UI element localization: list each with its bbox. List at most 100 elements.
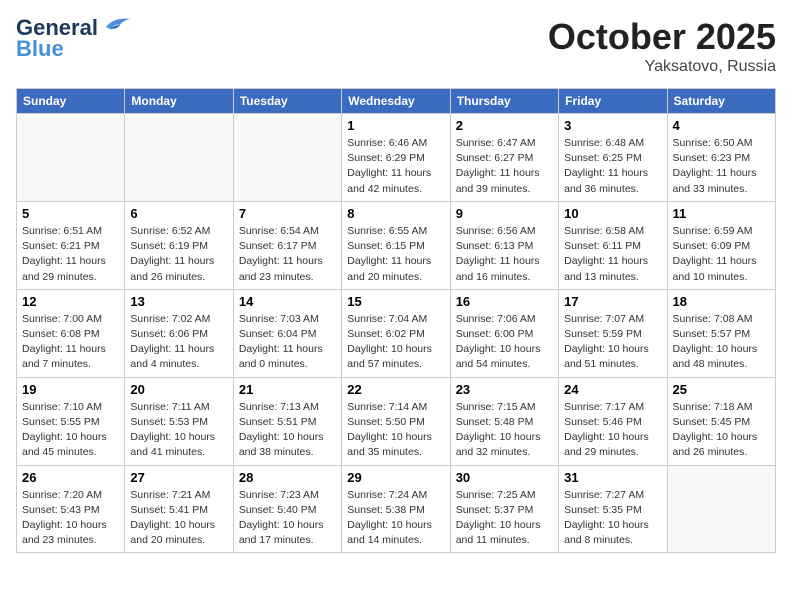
- calendar-cell: [667, 465, 775, 553]
- weekday-header: Friday: [559, 89, 667, 114]
- day-info: Sunrise: 7:08 AM Sunset: 5:57 PM Dayligh…: [673, 312, 770, 373]
- day-info: Sunrise: 7:11 AM Sunset: 5:53 PM Dayligh…: [130, 400, 227, 461]
- day-info: Sunrise: 7:24 AM Sunset: 5:38 PM Dayligh…: [347, 488, 444, 549]
- day-number: 2: [456, 118, 553, 133]
- calendar-cell: 24 Sunrise: 7:17 AM Sunset: 5:46 PM Dayli…: [559, 377, 667, 465]
- day-info: Sunrise: 6:48 AM Sunset: 6:25 PM Dayligh…: [564, 136, 661, 197]
- day-number: 17: [564, 294, 661, 309]
- calendar-cell: 13Sunrise: 7:02 AM Sunset: 6:06 PM Dayli…: [125, 289, 233, 377]
- day-info: Sunrise: 7:17 AM Sunset: 5:46 PM Dayligh…: [564, 400, 661, 461]
- day-info: Sunrise: 6:52 AM Sunset: 6:19 PM Dayligh…: [130, 224, 227, 285]
- calendar-cell: 20 Sunrise: 7:11 AM Sunset: 5:53 PM Dayli…: [125, 377, 233, 465]
- calendar-cell: 3 Sunrise: 6:48 AM Sunset: 6:25 PM Daylig…: [559, 114, 667, 202]
- day-number: 14: [239, 294, 336, 309]
- day-number: 25: [673, 382, 770, 397]
- calendar-header-row: SundayMondayTuesdayWednesdayThursdayFrid…: [17, 89, 776, 114]
- day-number: 29: [347, 470, 444, 485]
- weekday-header: Wednesday: [342, 89, 450, 114]
- month-title: October 2025: [548, 16, 776, 58]
- day-number: 27: [130, 470, 227, 485]
- day-info: Sunrise: 7:21 AM Sunset: 5:41 PM Dayligh…: [130, 488, 227, 549]
- day-info: Sunrise: 6:56 AM Sunset: 6:13 PM Dayligh…: [456, 224, 553, 285]
- calendar-cell: 2 Sunrise: 6:47 AM Sunset: 6:27 PM Daylig…: [450, 114, 558, 202]
- day-info: Sunrise: 7:27 AM Sunset: 5:35 PM Dayligh…: [564, 488, 661, 549]
- day-number: 16: [456, 294, 553, 309]
- calendar-cell: 31Sunrise: 7:27 AM Sunset: 5:35 PM Dayli…: [559, 465, 667, 553]
- day-number: 5: [22, 206, 119, 221]
- calendar-cell: 5 Sunrise: 6:51 AM Sunset: 6:21 PM Daylig…: [17, 201, 125, 289]
- day-number: 11: [673, 206, 770, 221]
- day-number: 15: [347, 294, 444, 309]
- logo-blue: Blue: [16, 36, 64, 62]
- day-number: 20: [130, 382, 227, 397]
- day-info: Sunrise: 7:20 AM Sunset: 5:43 PM Dayligh…: [22, 488, 119, 549]
- day-info: Sunrise: 7:10 AM Sunset: 5:55 PM Dayligh…: [22, 400, 119, 461]
- calendar-cell: 9 Sunrise: 6:56 AM Sunset: 6:13 PM Daylig…: [450, 201, 558, 289]
- calendar-cell: 6 Sunrise: 6:52 AM Sunset: 6:19 PM Daylig…: [125, 201, 233, 289]
- calendar-cell: [125, 114, 233, 202]
- day-info: Sunrise: 7:15 AM Sunset: 5:48 PM Dayligh…: [456, 400, 553, 461]
- calendar-cell: 15 Sunrise: 7:04 AM Sunset: 6:02 PM Dayli…: [342, 289, 450, 377]
- day-info: Sunrise: 6:58 AM Sunset: 6:11 PM Dayligh…: [564, 224, 661, 285]
- calendar-week-row: 1 Sunrise: 6:46 AM Sunset: 6:29 PM Daylig…: [17, 114, 776, 202]
- calendar-week-row: 12 Sunrise: 7:00 AM Sunset: 6:08 PM Dayli…: [17, 289, 776, 377]
- day-info: Sunrise: 6:50 AM Sunset: 6:23 PM Dayligh…: [673, 136, 770, 197]
- day-number: 26: [22, 470, 119, 485]
- day-info: Sunrise: 7:00 AM Sunset: 6:08 PM Dayligh…: [22, 312, 119, 373]
- calendar-cell: 27 Sunrise: 7:21 AM Sunset: 5:41 PM Dayli…: [125, 465, 233, 553]
- day-info: Sunrise: 7:07 AM Sunset: 5:59 PM Dayligh…: [564, 312, 661, 373]
- day-info: Sunrise: 6:47 AM Sunset: 6:27 PM Dayligh…: [456, 136, 553, 197]
- day-info: Sunrise: 7:13 AM Sunset: 5:51 PM Dayligh…: [239, 400, 336, 461]
- logo-bird-icon: [102, 15, 130, 33]
- day-number: 10: [564, 206, 661, 221]
- day-info: Sunrise: 6:51 AM Sunset: 6:21 PM Dayligh…: [22, 224, 119, 285]
- calendar-cell: 16 Sunrise: 7:06 AM Sunset: 6:00 PM Dayli…: [450, 289, 558, 377]
- calendar-cell: 1 Sunrise: 6:46 AM Sunset: 6:29 PM Daylig…: [342, 114, 450, 202]
- calendar-cell: 14 Sunrise: 7:03 AM Sunset: 6:04 PM Dayli…: [233, 289, 341, 377]
- calendar-week-row: 5 Sunrise: 6:51 AM Sunset: 6:21 PM Daylig…: [17, 201, 776, 289]
- calendar-cell: 4Sunrise: 6:50 AM Sunset: 6:23 PM Daylig…: [667, 114, 775, 202]
- title-block: October 2025 Yaksatovo, Russia: [548, 16, 776, 76]
- day-info: Sunrise: 6:59 AM Sunset: 6:09 PM Dayligh…: [673, 224, 770, 285]
- day-info: Sunrise: 7:18 AM Sunset: 5:45 PM Dayligh…: [673, 400, 770, 461]
- calendar-cell: 25 Sunrise: 7:18 AM Sunset: 5:45 PM Dayli…: [667, 377, 775, 465]
- calendar-cell: 17 Sunrise: 7:07 AM Sunset: 5:59 PM Dayli…: [559, 289, 667, 377]
- day-number: 9: [456, 206, 553, 221]
- weekday-header: Tuesday: [233, 89, 341, 114]
- calendar-cell: 22Sunrise: 7:14 AM Sunset: 5:50 PM Dayli…: [342, 377, 450, 465]
- day-info: Sunrise: 7:04 AM Sunset: 6:02 PM Dayligh…: [347, 312, 444, 373]
- day-info: Sunrise: 7:14 AM Sunset: 5:50 PM Dayligh…: [347, 400, 444, 461]
- weekday-header: Monday: [125, 89, 233, 114]
- day-info: Sunrise: 7:23 AM Sunset: 5:40 PM Dayligh…: [239, 488, 336, 549]
- day-number: 12: [22, 294, 119, 309]
- calendar-cell: 23 Sunrise: 7:15 AM Sunset: 5:48 PM Dayli…: [450, 377, 558, 465]
- day-number: 21: [239, 382, 336, 397]
- calendar-week-row: 19 Sunrise: 7:10 AM Sunset: 5:55 PM Dayli…: [17, 377, 776, 465]
- logo: General Blue: [16, 16, 130, 62]
- day-number: 18: [673, 294, 770, 309]
- day-number: 23: [456, 382, 553, 397]
- day-number: 24: [564, 382, 661, 397]
- day-info: Sunrise: 7:25 AM Sunset: 5:37 PM Dayligh…: [456, 488, 553, 549]
- calendar-cell: 29 Sunrise: 7:24 AM Sunset: 5:38 PM Dayli…: [342, 465, 450, 553]
- location-title: Yaksatovo, Russia: [548, 58, 776, 76]
- day-number: 30: [456, 470, 553, 485]
- calendar-cell: 12 Sunrise: 7:00 AM Sunset: 6:08 PM Dayli…: [17, 289, 125, 377]
- day-number: 28: [239, 470, 336, 485]
- calendar-cell: 11 Sunrise: 6:59 AM Sunset: 6:09 PM Dayli…: [667, 201, 775, 289]
- calendar-cell: 21 Sunrise: 7:13 AM Sunset: 5:51 PM Dayli…: [233, 377, 341, 465]
- day-info: Sunrise: 7:06 AM Sunset: 6:00 PM Dayligh…: [456, 312, 553, 373]
- day-number: 8: [347, 206, 444, 221]
- day-info: Sunrise: 6:55 AM Sunset: 6:15 PM Dayligh…: [347, 224, 444, 285]
- day-number: 6: [130, 206, 227, 221]
- day-number: 1: [347, 118, 444, 133]
- calendar-cell: 30 Sunrise: 7:25 AM Sunset: 5:37 PM Dayli…: [450, 465, 558, 553]
- day-info: Sunrise: 7:02 AM Sunset: 6:06 PM Dayligh…: [130, 312, 227, 373]
- day-info: Sunrise: 7:03 AM Sunset: 6:04 PM Dayligh…: [239, 312, 336, 373]
- calendar-cell: [17, 114, 125, 202]
- calendar-cell: 18 Sunrise: 7:08 AM Sunset: 5:57 PM Dayli…: [667, 289, 775, 377]
- day-number: 3: [564, 118, 661, 133]
- day-info: Sunrise: 6:46 AM Sunset: 6:29 PM Dayligh…: [347, 136, 444, 197]
- calendar-cell: [233, 114, 341, 202]
- day-number: 19: [22, 382, 119, 397]
